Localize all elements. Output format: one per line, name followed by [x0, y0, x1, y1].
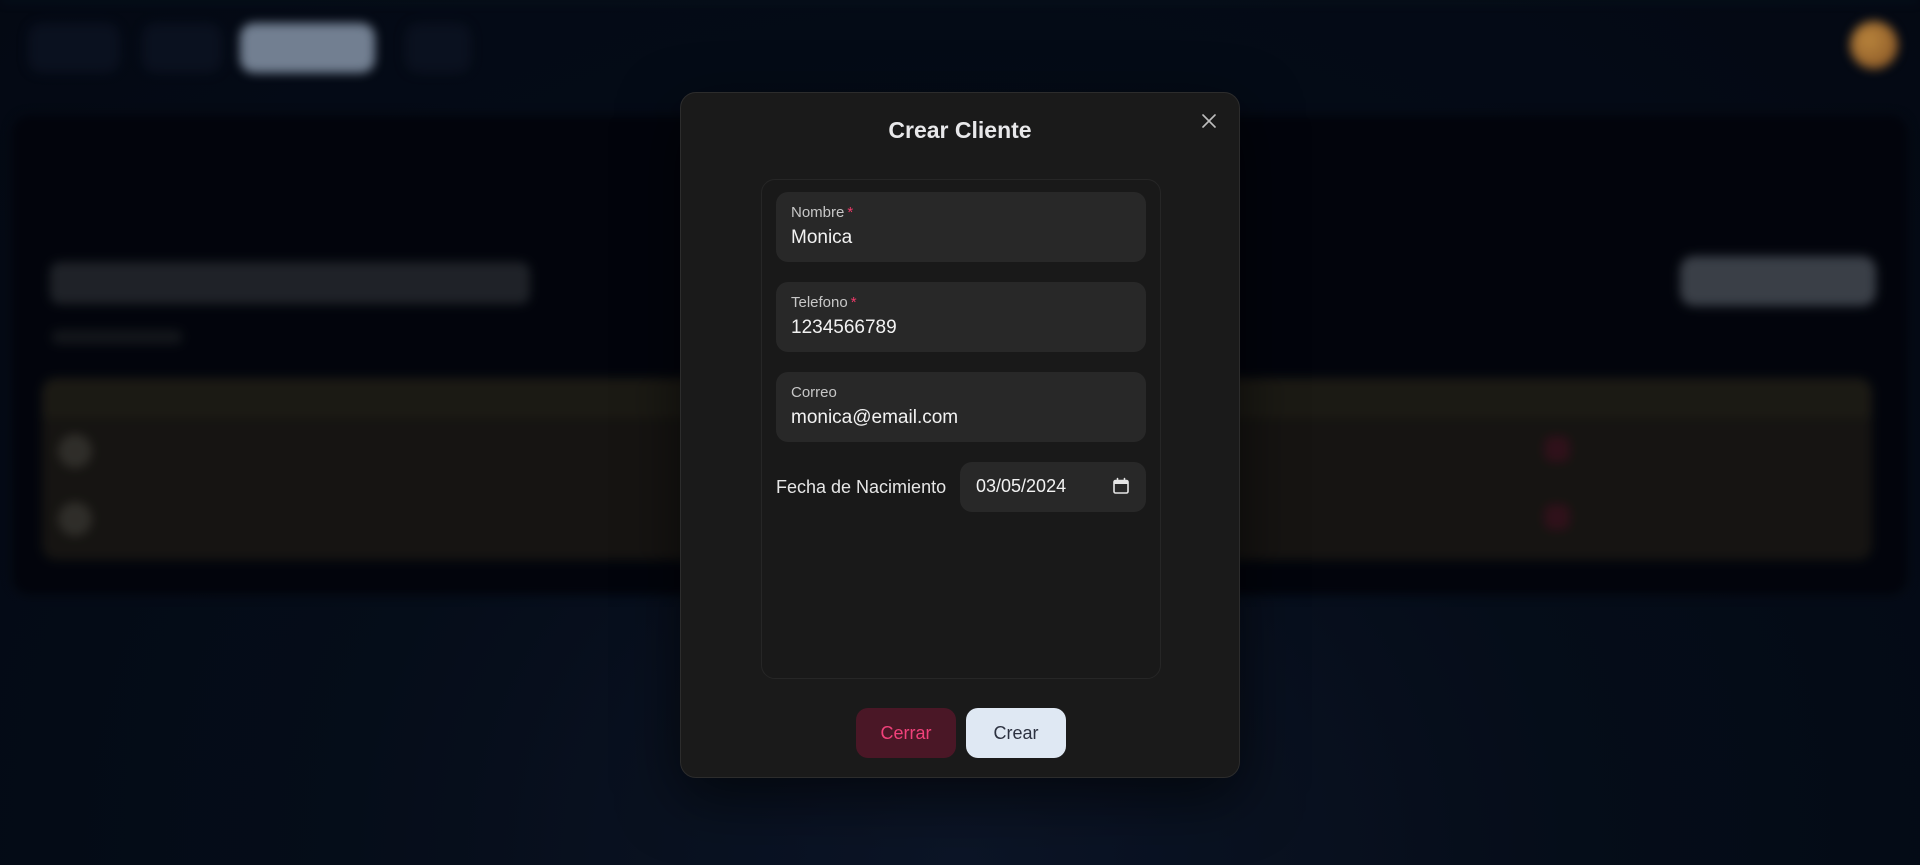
phone-field[interactable]: Telefono * 1234566789	[776, 282, 1146, 352]
name-value[interactable]: Monica	[791, 227, 852, 249]
form-card: Nombre * Monica Telefono * 1234566789 Corr…	[761, 179, 1161, 679]
calendar-icon[interactable]	[1112, 477, 1130, 495]
required-mark: *	[847, 204, 854, 221]
email-field[interactable]: Correo monica@email.com	[776, 372, 1146, 442]
required-mark: *	[850, 294, 857, 311]
email-value[interactable]: monica@email.com	[791, 407, 958, 429]
cancel-button[interactable]: Cerrar	[856, 708, 956, 758]
email-label: Correo	[791, 384, 837, 401]
birthdate-label: Fecha de Nacimiento	[776, 477, 947, 497]
birthdate-input[interactable]: 03/05/2024	[960, 462, 1146, 512]
birthdate-value[interactable]: 03/05/2024	[976, 476, 1066, 497]
create-client-modal: Crear Cliente Nombre * Monica Telefono * 1…	[680, 92, 1240, 778]
phone-label: Telefono *	[791, 294, 857, 311]
phone-value[interactable]: 1234566789	[791, 317, 897, 339]
birthdate-row: Fecha de Nacimiento 03/05/2024	[776, 462, 1146, 512]
create-button[interactable]: Crear	[966, 708, 1066, 758]
name-label: Nombre *	[791, 204, 854, 221]
modal-title: Crear Cliente	[888, 117, 1032, 143]
name-field[interactable]: Nombre * Monica	[776, 192, 1146, 262]
